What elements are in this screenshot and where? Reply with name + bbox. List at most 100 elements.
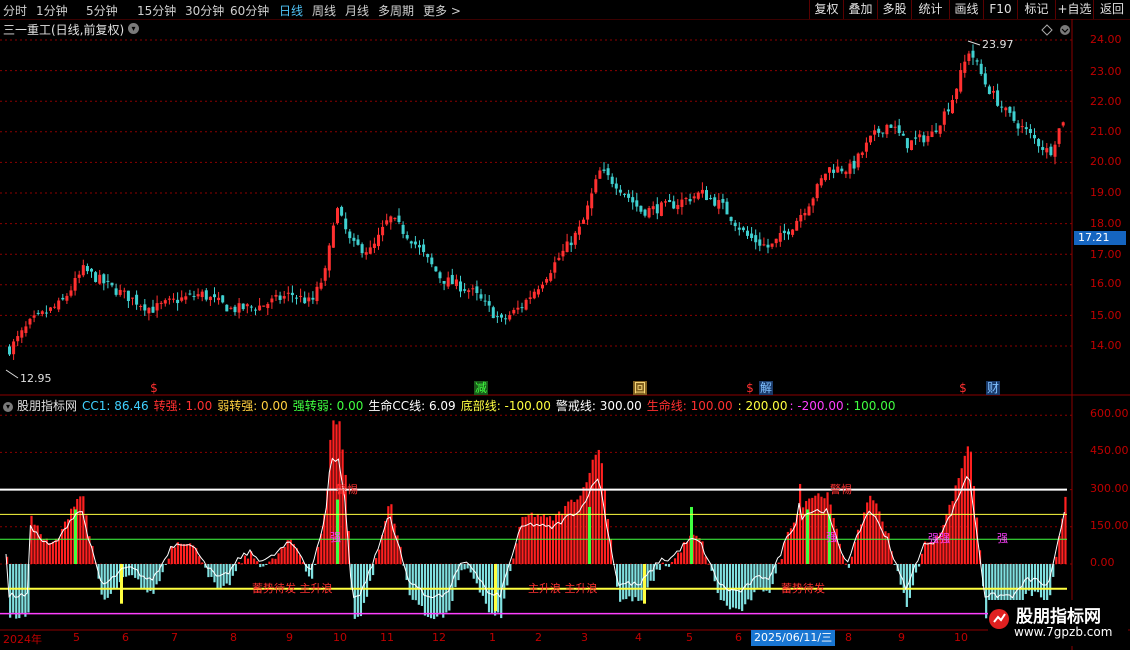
candle-body bbox=[987, 86, 991, 95]
candle-body bbox=[721, 198, 725, 203]
signal-label: 强强 bbox=[928, 532, 950, 545]
tab-60min[interactable]: 60分钟 bbox=[230, 2, 269, 19]
candle-body bbox=[741, 227, 745, 231]
candle-body bbox=[418, 245, 421, 248]
toolbar: 分时 1分钟 5分钟 15分钟 30分钟 60分钟 日线 周线 月线 多周期 更… bbox=[0, 0, 1130, 20]
indicator-bar bbox=[655, 564, 658, 570]
indicator-bar bbox=[57, 537, 61, 564]
indicator-bar bbox=[15, 564, 18, 619]
event-marker[interactable]: $ bbox=[743, 381, 757, 395]
price-tick: 22.00 bbox=[1090, 95, 1122, 108]
candle-body bbox=[946, 109, 950, 112]
candle-body bbox=[180, 297, 184, 301]
indicator-bar bbox=[811, 497, 814, 564]
chart-area[interactable] bbox=[0, 19, 1130, 650]
legend-item: CC1: 86.46 bbox=[82, 399, 149, 413]
candle-body bbox=[434, 266, 438, 272]
candle-body bbox=[754, 235, 758, 243]
tab-15min[interactable]: 15分钟 bbox=[137, 2, 176, 19]
candle-body bbox=[1016, 123, 1020, 129]
tab-fenshi[interactable]: 分时 bbox=[3, 2, 27, 19]
title-dropdown-icon[interactable]: ▾ bbox=[128, 23, 139, 34]
time-tick: 3 bbox=[581, 631, 588, 644]
indicator-bar bbox=[356, 564, 359, 617]
indicator-bar bbox=[622, 564, 625, 600]
event-marker[interactable]: $ bbox=[147, 381, 161, 395]
signal-label: 主升浪 主升浪 bbox=[528, 582, 598, 595]
candle-body bbox=[409, 241, 413, 244]
time-tick: 1 bbox=[489, 631, 496, 644]
candle-body bbox=[229, 307, 233, 309]
candle-body bbox=[389, 216, 393, 223]
indicator-bar bbox=[466, 564, 469, 569]
candle-body bbox=[668, 200, 672, 203]
candle-body bbox=[163, 300, 167, 304]
indicator-dropdown-icon[interactable]: ▾ bbox=[3, 401, 13, 412]
indicator-bar bbox=[530, 512, 533, 564]
price-tick: 23.00 bbox=[1090, 65, 1122, 78]
candle-body bbox=[1049, 146, 1053, 156]
event-marker[interactable]: 解 bbox=[759, 381, 773, 395]
add-watchlist-button[interactable]: +自选 bbox=[1055, 0, 1093, 19]
candle-body bbox=[49, 307, 52, 311]
candle-body bbox=[799, 214, 803, 222]
candle-body bbox=[725, 201, 729, 215]
candle-body bbox=[73, 277, 77, 291]
tab-weekly[interactable]: 周线 bbox=[312, 2, 336, 19]
indicator-bar bbox=[628, 564, 631, 597]
indicator-bar bbox=[661, 562, 664, 564]
candle-body bbox=[241, 303, 245, 310]
event-marker[interactable]: 财 bbox=[986, 381, 1000, 395]
candle-body bbox=[807, 206, 811, 216]
indicator-bar bbox=[512, 558, 515, 564]
tab-daily[interactable]: 日线 bbox=[279, 2, 303, 19]
indicator-name[interactable]: 股朋指标网 bbox=[17, 399, 77, 413]
candle-body bbox=[696, 192, 700, 199]
candle-body bbox=[397, 215, 401, 223]
time-tick: 10 bbox=[333, 631, 347, 644]
indicator-bar bbox=[375, 558, 378, 564]
tab-multi-period[interactable]: 多周期 bbox=[378, 2, 414, 19]
candle-body bbox=[65, 295, 69, 301]
candle-body bbox=[971, 50, 975, 58]
signal-bar bbox=[643, 564, 646, 604]
signal-bar bbox=[806, 509, 809, 564]
event-marker[interactable]: $ bbox=[956, 381, 970, 395]
indicator-bar bbox=[36, 525, 39, 564]
indicator-bar bbox=[963, 455, 966, 564]
tab-monthly[interactable]: 月线 bbox=[345, 2, 369, 19]
candle-body bbox=[651, 206, 655, 210]
tab-30min[interactable]: 30分钟 bbox=[185, 2, 224, 19]
indicator-bar bbox=[429, 564, 433, 619]
candle-body bbox=[299, 295, 303, 297]
indicator-bar bbox=[603, 489, 606, 564]
tab-5min[interactable]: 5分钟 bbox=[86, 2, 118, 19]
multi-stock-button[interactable]: 多股 bbox=[877, 0, 911, 19]
candle-body bbox=[762, 244, 766, 246]
candle-body bbox=[770, 243, 774, 247]
stats-button[interactable]: 统计 bbox=[911, 0, 949, 19]
indicator-bar bbox=[201, 562, 204, 564]
candle-body bbox=[487, 301, 491, 306]
back-button[interactable]: 返回 bbox=[1093, 0, 1130, 19]
time-tick: 2024年 bbox=[3, 633, 42, 646]
tab-1min[interactable]: 1分钟 bbox=[36, 2, 68, 19]
mark-button[interactable]: 标记 bbox=[1017, 0, 1055, 19]
candle-body bbox=[413, 241, 417, 245]
legend-item: 生命CC线: 6.09 bbox=[368, 399, 456, 413]
event-marker[interactable]: 回 bbox=[633, 381, 647, 395]
f10-button[interactable]: F10 bbox=[983, 0, 1017, 19]
fuquan-button[interactable]: 复权 bbox=[809, 0, 843, 19]
event-marker[interactable]: 减 bbox=[474, 381, 488, 395]
indicator-tick: 450.00 bbox=[1090, 444, 1129, 457]
candle-body bbox=[996, 90, 1000, 106]
tab-more[interactable]: 更多 > bbox=[423, 2, 461, 19]
overlay-button[interactable]: 叠加 bbox=[843, 0, 877, 19]
indicator-bar bbox=[1033, 564, 1037, 592]
draw-line-button[interactable]: 画线 bbox=[949, 0, 983, 19]
legend-item: 底部线: -100.00 bbox=[460, 399, 551, 413]
candle-body bbox=[1057, 128, 1061, 144]
indicator-bar bbox=[637, 564, 640, 601]
indicator-bar bbox=[548, 516, 552, 564]
candle-body bbox=[873, 130, 877, 135]
